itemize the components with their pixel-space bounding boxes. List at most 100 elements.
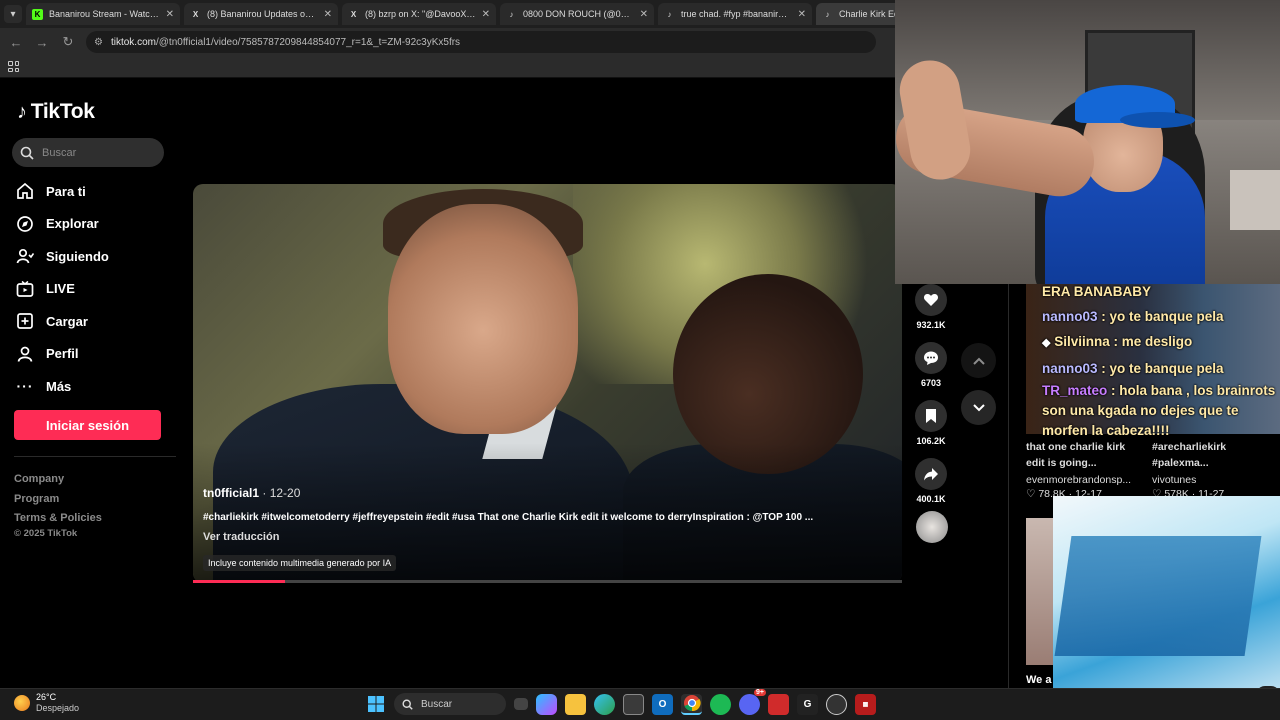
tiktok-note-icon: ♪	[17, 100, 27, 123]
chat-message: TR_mateo : hola bana , los brainrots son…	[1042, 383, 1276, 438]
browser-tab[interactable]: K Bananirou Stream - Watch Live ✕	[26, 3, 180, 25]
previous-video-button[interactable]	[961, 343, 996, 378]
taskbar-search[interactable]: Buscar	[394, 693, 506, 715]
sidebar-item-label: Cargar	[46, 313, 88, 329]
login-button[interactable]: Iniciar sesión	[14, 410, 161, 440]
video-actions: 932.1K 6703 106.2K 400.1K	[913, 284, 949, 516]
app-icon[interactable]: ▦	[855, 693, 876, 715]
sidebar-menu: Para ti Explorar Siguiendo LIVE Cargar P…	[16, 175, 166, 403]
live-icon	[16, 280, 34, 298]
heart-icon[interactable]	[915, 284, 947, 316]
tab-title: 0800 DON ROUCH (@0800don	[523, 9, 634, 19]
rec-card1-title[interactable]: that one charlie kirk edit is going...	[1026, 439, 1144, 471]
tab-title: Bananirou Stream - Watch Live	[49, 9, 160, 19]
file-explorer-icon[interactable]	[565, 693, 586, 715]
windows-taskbar: 26°C Despejado Buscar O 9+ G ▦	[0, 688, 1280, 720]
chevron-up-icon	[972, 357, 985, 365]
spotify-icon[interactable]	[710, 693, 731, 715]
sidebar-item-mas[interactable]: ··· Más	[16, 370, 166, 403]
recommended-thumbnail-3[interactable]	[1026, 518, 1053, 665]
site-info-icon[interactable]: ⚙	[94, 37, 103, 48]
translate-link[interactable]: Ver traducción	[203, 531, 279, 543]
apps-grid-icon[interactable]	[8, 61, 19, 72]
discord-icon[interactable]: 9+	[739, 688, 766, 715]
weather-temp: 26°C	[36, 692, 57, 702]
cam-furniture	[1230, 170, 1280, 230]
sidebar-item-label: Perfil	[46, 346, 79, 362]
compass-icon	[16, 215, 34, 233]
edge-icon[interactable]	[594, 693, 615, 715]
rec-card2-title[interactable]: #arecharliekirk #palexma...	[1152, 439, 1272, 471]
chat-message: nanno03 : yo te banque pela	[1042, 361, 1224, 376]
url-bar[interactable]: ⚙ tiktok.com/@tn0fficial1/video/75857872…	[86, 31, 876, 53]
obs-icon[interactable]	[826, 693, 847, 715]
badge-icon: ◆	[1042, 337, 1051, 349]
creator-avatar[interactable]	[916, 511, 948, 543]
tiktok-logo[interactable]: ♪ TikTok	[17, 100, 95, 124]
task-view-icon[interactable]	[514, 698, 528, 710]
back-icon[interactable]: ←	[8, 35, 24, 50]
tab-title: (8) bzrp on X: "@DavooXeneize	[365, 9, 476, 19]
rec-card1-user[interactable]: evenmorebrandonsp...	[1026, 474, 1131, 486]
red-app-icon[interactable]	[768, 693, 789, 715]
divider	[14, 456, 176, 457]
like-count: 932.1K	[916, 320, 946, 330]
sidebar-item-perfil[interactable]: Perfil	[16, 338, 166, 371]
comment-count: 6703	[920, 378, 942, 388]
search-input[interactable]: Buscar	[12, 138, 164, 167]
x-icon: X	[350, 9, 357, 19]
video-player[interactable]	[193, 184, 902, 583]
weather-widget[interactable]: 26°C Despejado	[14, 692, 79, 714]
browser-tab[interactable]: ♪ true chad. #fyp #bananirou #e ✕	[658, 3, 812, 25]
outlook-icon[interactable]: O	[652, 693, 673, 715]
close-icon[interactable]: ✕	[640, 9, 648, 20]
store-icon[interactable]	[623, 693, 644, 715]
ai-content-label: Incluye contenido multimedia generado po…	[203, 555, 397, 571]
close-icon[interactable]: ✕	[166, 9, 174, 20]
video-progress-bar[interactable]	[193, 580, 902, 583]
share-action[interactable]: 400.1K	[913, 458, 949, 504]
profile-icon	[16, 345, 34, 363]
comment-icon[interactable]	[915, 342, 947, 374]
like-action[interactable]: 932.1K	[913, 284, 949, 330]
logo-text: TikTok	[30, 100, 95, 123]
close-icon[interactable]: ✕	[798, 9, 806, 20]
browser-tab[interactable]: ♪ 0800 DON ROUCH (@0800don ✕	[500, 3, 654, 25]
tab-title: true chad. #fyp #bananirou #e	[681, 9, 792, 19]
sidebar-item-para-ti[interactable]: Para ti	[16, 175, 166, 208]
save-action[interactable]: 106.2K	[913, 400, 949, 446]
browser-tab[interactable]: X (8) Bananirou Updates on X: " ✕	[184, 3, 338, 25]
reload-icon[interactable]: ↻	[60, 34, 76, 50]
video-author[interactable]: tn0fficial1 · 12-20	[203, 486, 300, 500]
tab-search-button[interactable]: ▾	[4, 5, 22, 23]
sidebar-item-live[interactable]: LIVE	[16, 273, 166, 306]
copyright: © 2025 TikTok	[14, 528, 78, 539]
footer-link-program[interactable]: Program	[14, 490, 102, 510]
footer-link-terms[interactable]: Terms & Policies	[14, 509, 102, 529]
epic-icon[interactable]: G	[797, 693, 818, 715]
footer-link-company[interactable]: Company	[14, 470, 102, 490]
video-description: #charliekirk #itwelcometoderry #jeffreye…	[203, 512, 814, 523]
windows-start-icon[interactable]	[365, 694, 386, 715]
share-icon[interactable]	[915, 458, 947, 490]
sidebar-item-explorar[interactable]: Explorar	[16, 208, 166, 241]
side-video-overlay	[1053, 496, 1280, 720]
next-video-button[interactable]	[961, 390, 996, 425]
close-icon[interactable]: ✕	[324, 9, 332, 20]
comment-action[interactable]: 6703	[913, 342, 949, 388]
rec-card3-caption[interactable]: We a	[1026, 674, 1051, 686]
sidebar-item-label: Siguiendo	[46, 248, 109, 264]
bookmark-icon[interactable]	[915, 400, 947, 432]
chrome-icon[interactable]	[681, 693, 702, 715]
close-icon[interactable]: ✕	[482, 9, 490, 20]
rec-card2-user[interactable]: vivotunes	[1152, 474, 1196, 486]
weather-sun-icon	[14, 695, 30, 711]
forward-icon[interactable]: →	[34, 35, 50, 50]
x-icon: X	[192, 9, 199, 19]
sidebar-item-cargar[interactable]: Cargar	[16, 305, 166, 338]
sidebar-item-siguiendo[interactable]: Siguiendo	[16, 240, 166, 273]
stream-chat: ERA BANABABY nanno03 : yo te banque pela…	[1042, 279, 1280, 441]
browser-tab[interactable]: X (8) bzrp on X: "@DavooXeneize ✕	[342, 3, 496, 25]
copilot-icon[interactable]	[536, 693, 557, 715]
search-placeholder: Buscar	[42, 146, 77, 159]
